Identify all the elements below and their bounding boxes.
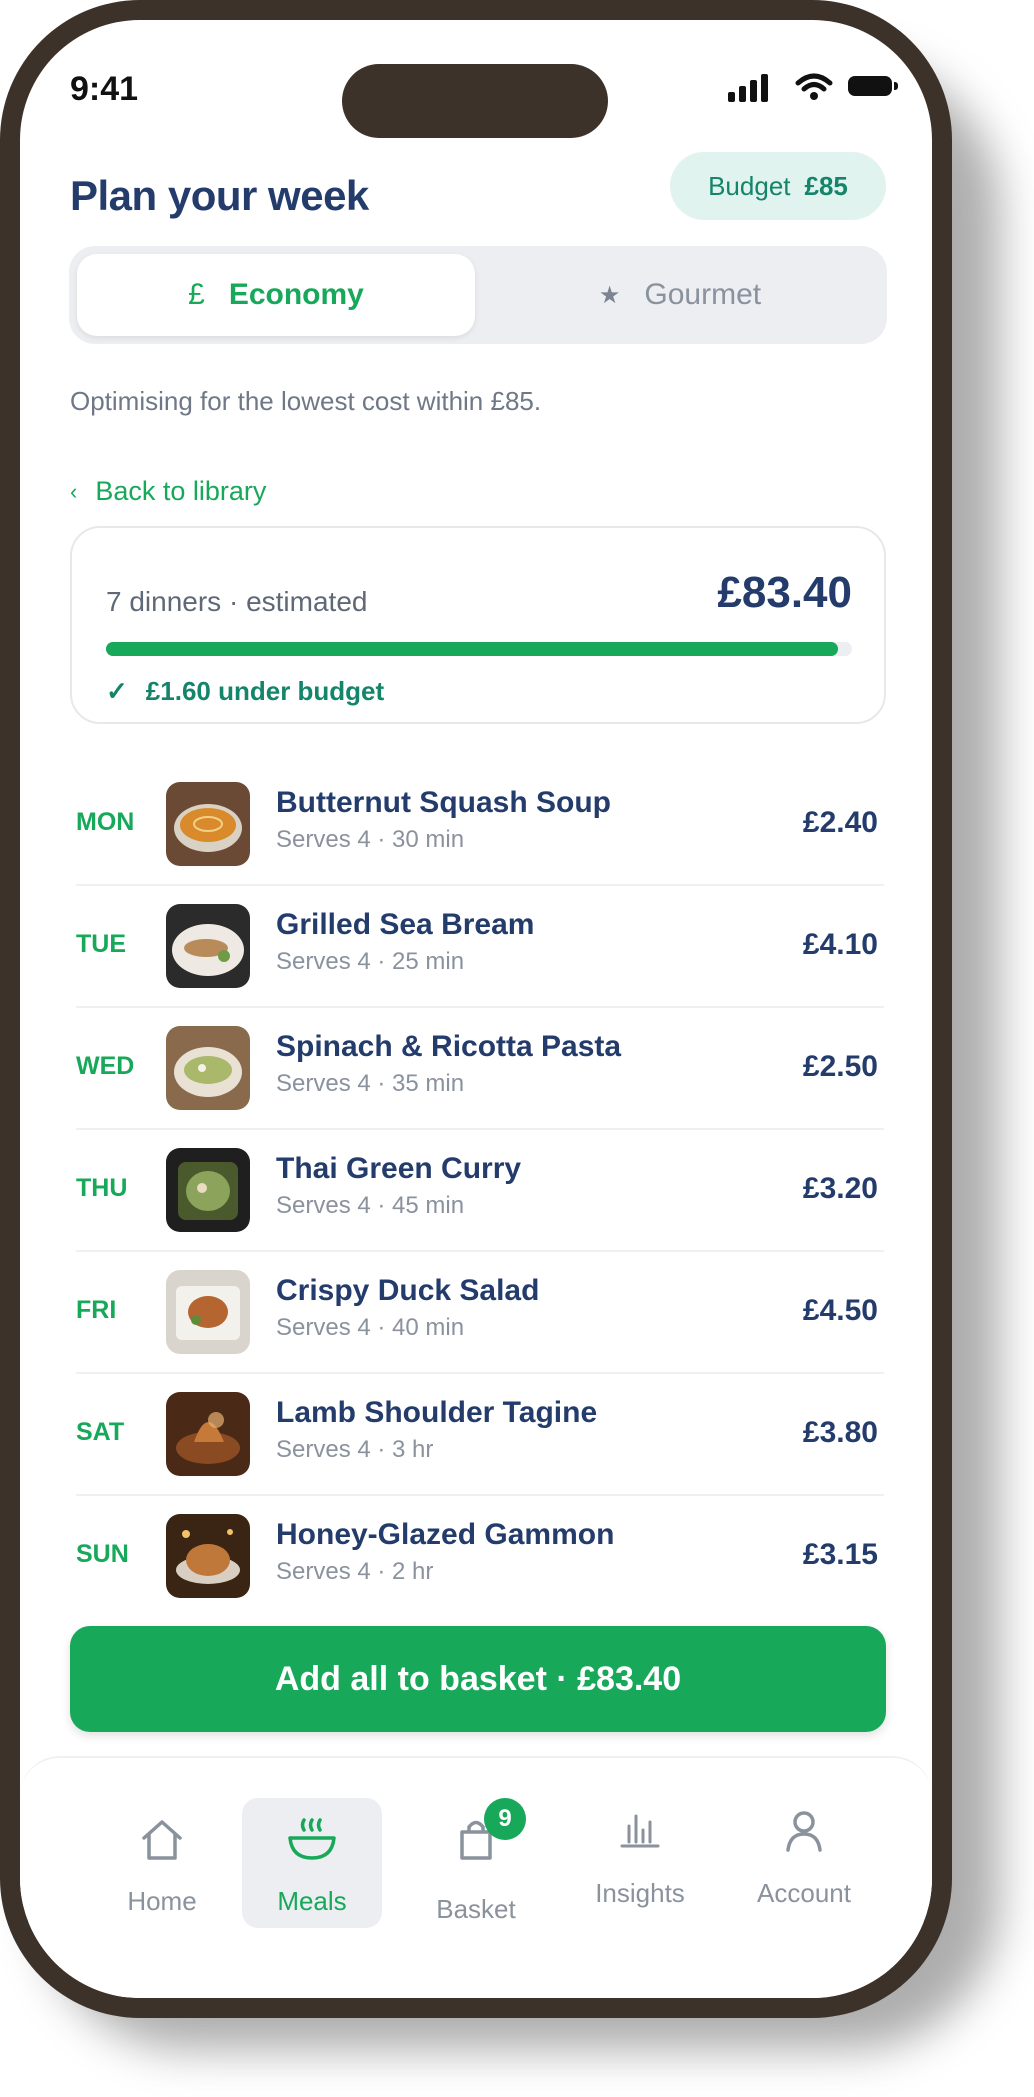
meal-name: Lamb Shoulder Tagine [276,1396,598,1429]
back-link-label: Back to library [95,476,267,506]
check-icon: ✓ [106,676,128,706]
page-title: Plan your week [70,172,369,219]
economy-label: Economy [228,278,364,311]
summary-label: 7 dinners · estimated [106,586,368,617]
meal-row-mon[interactable]: MON Butternut Squash Soup Serves 4 · 30 … [76,764,884,886]
meal-meta: Serves 4 · 40 min [276,1314,465,1341]
meal-meta: Serves 4 · 30 min [276,826,465,853]
tab-basket[interactable]: 9 Basket [406,1798,546,1928]
meal-row-sat[interactable]: SAT Lamb Shoulder Tagine Serves 4 · 3 hr… [76,1374,884,1496]
add-all-to-basket-button[interactable]: Add all to basket · £83.40 [70,1626,886,1732]
battery-icon [848,76,898,96]
summary-total: £83.40 [717,568,852,617]
tab-bar: Home Meals 9 Basket Insights Account [20,1756,932,1998]
gourmet-label: Gourmet [644,278,762,311]
pasta-image [166,1026,250,1110]
duck-salad-image [166,1270,250,1354]
meal-price: £2.40 [802,806,878,839]
budget-label: Budget [708,170,791,201]
home-icon [142,1820,182,1860]
meal-meta: Serves 4 · 2 hr [276,1558,434,1585]
mode-description: Optimising for the lowest cost within £8… [70,386,542,416]
meal-row-thu[interactable]: THU Thai Green Curry Serves 4 · 45 min £… [76,1130,884,1252]
sea-bream-image [166,904,250,988]
meal-row-wed[interactable]: WED Spinach & Ricotta Pasta Serves 4 · 3… [76,1008,884,1130]
meal-price: £2.50 [802,1050,878,1083]
under-budget-status: ✓ £1.60 under budget [106,676,384,707]
meal-name: Butternut Squash Soup [276,786,611,819]
meal-meta: Serves 4 · 3 hr [276,1436,434,1463]
meal-row-fri[interactable]: FRI Crispy Duck Salad Serves 4 · 40 min … [76,1252,884,1374]
bowl-icon [288,1818,336,1860]
mode-toggle: £ Economy ★ Gourmet [69,246,887,344]
meal-meta: Serves 4 · 35 min [276,1070,465,1097]
meal-price: £3.80 [802,1416,878,1449]
person-icon [786,1811,822,1852]
meal-price: £4.50 [802,1294,878,1327]
meal-name: Spinach & Ricotta Pasta [276,1030,622,1063]
meal-price: £3.15 [802,1538,878,1571]
status-time: 9:41 [70,70,139,108]
meal-name: Thai Green Curry [276,1152,522,1185]
meal-day: THU [76,1174,128,1202]
budget-value: £85 [804,170,848,201]
meal-day: TUE [76,930,126,958]
summary-card: 7 dinners · estimated £83.40 ✓ £1.60 und… [70,526,886,724]
status-icons [728,72,908,102]
tagine-image [166,1392,250,1476]
meal-name: Grilled Sea Bream [276,908,535,941]
meal-name: Crispy Duck Salad [276,1274,540,1307]
chevron-left-icon: ‹ [70,478,78,504]
meal-price: £3.20 [802,1172,878,1205]
under-budget-text: £1.60 under budget [145,676,385,706]
economy-tab[interactable]: £ Economy [77,254,475,336]
meal-name: Honey-Glazed Gammon [276,1518,615,1551]
tab-insights[interactable]: Insights [570,1798,710,1928]
budget-progress-fill [106,642,838,656]
meal-list: MON Butternut Squash Soup Serves 4 · 30 … [76,764,884,1616]
gammon-image [166,1514,250,1598]
tab-home[interactable]: Home [92,1798,232,1928]
tab-insights-label: Insights [595,1878,685,1908]
tab-meals-label: Meals [277,1886,347,1916]
tab-home-label: Home [127,1886,197,1916]
meal-meta: Serves 4 · 25 min [276,948,465,975]
meal-row-tue[interactable]: TUE Grilled Sea Bream Serves 4 · 25 min … [76,886,884,1008]
wifi-icon [795,73,833,100]
signal-icon [728,74,774,102]
back-to-library-link[interactable]: ‹ Back to library [70,476,266,507]
meal-row-sun[interactable]: SUN Honey-Glazed Gammon Serves 4 · 2 hr … [76,1496,884,1616]
meal-day: MON [76,808,135,836]
meal-price: £4.10 [802,928,878,961]
phone-screen: 9:41 Plan your week Budget £85 £ Economy… [20,20,932,1998]
meal-meta: Serves 4 · 45 min [276,1192,465,1219]
pound-icon: £ [188,278,205,311]
tab-meals[interactable]: Meals [242,1798,382,1928]
soup-image [166,782,250,866]
meal-day: WED [76,1052,135,1080]
tab-account-label: Account [757,1878,851,1908]
meal-day: SAT [76,1418,125,1446]
budget-pill[interactable]: Budget £85 [670,152,886,220]
tab-basket-label: Basket [436,1894,516,1924]
bar-chart-icon [620,1814,660,1848]
phone-frame: 9:41 Plan your week Budget £85 £ Economy… [0,0,952,2018]
dynamic-island [342,64,608,138]
budget-progress-bar [106,642,852,656]
curry-image [166,1148,250,1232]
meal-day: SUN [76,1540,129,1568]
star-icon: ★ [598,281,621,309]
gourmet-tab[interactable]: ★ Gourmet [481,254,879,336]
tab-account[interactable]: Account [734,1798,874,1928]
basket-count-badge: 9 [484,1798,526,1840]
meal-day: FRI [76,1296,117,1324]
